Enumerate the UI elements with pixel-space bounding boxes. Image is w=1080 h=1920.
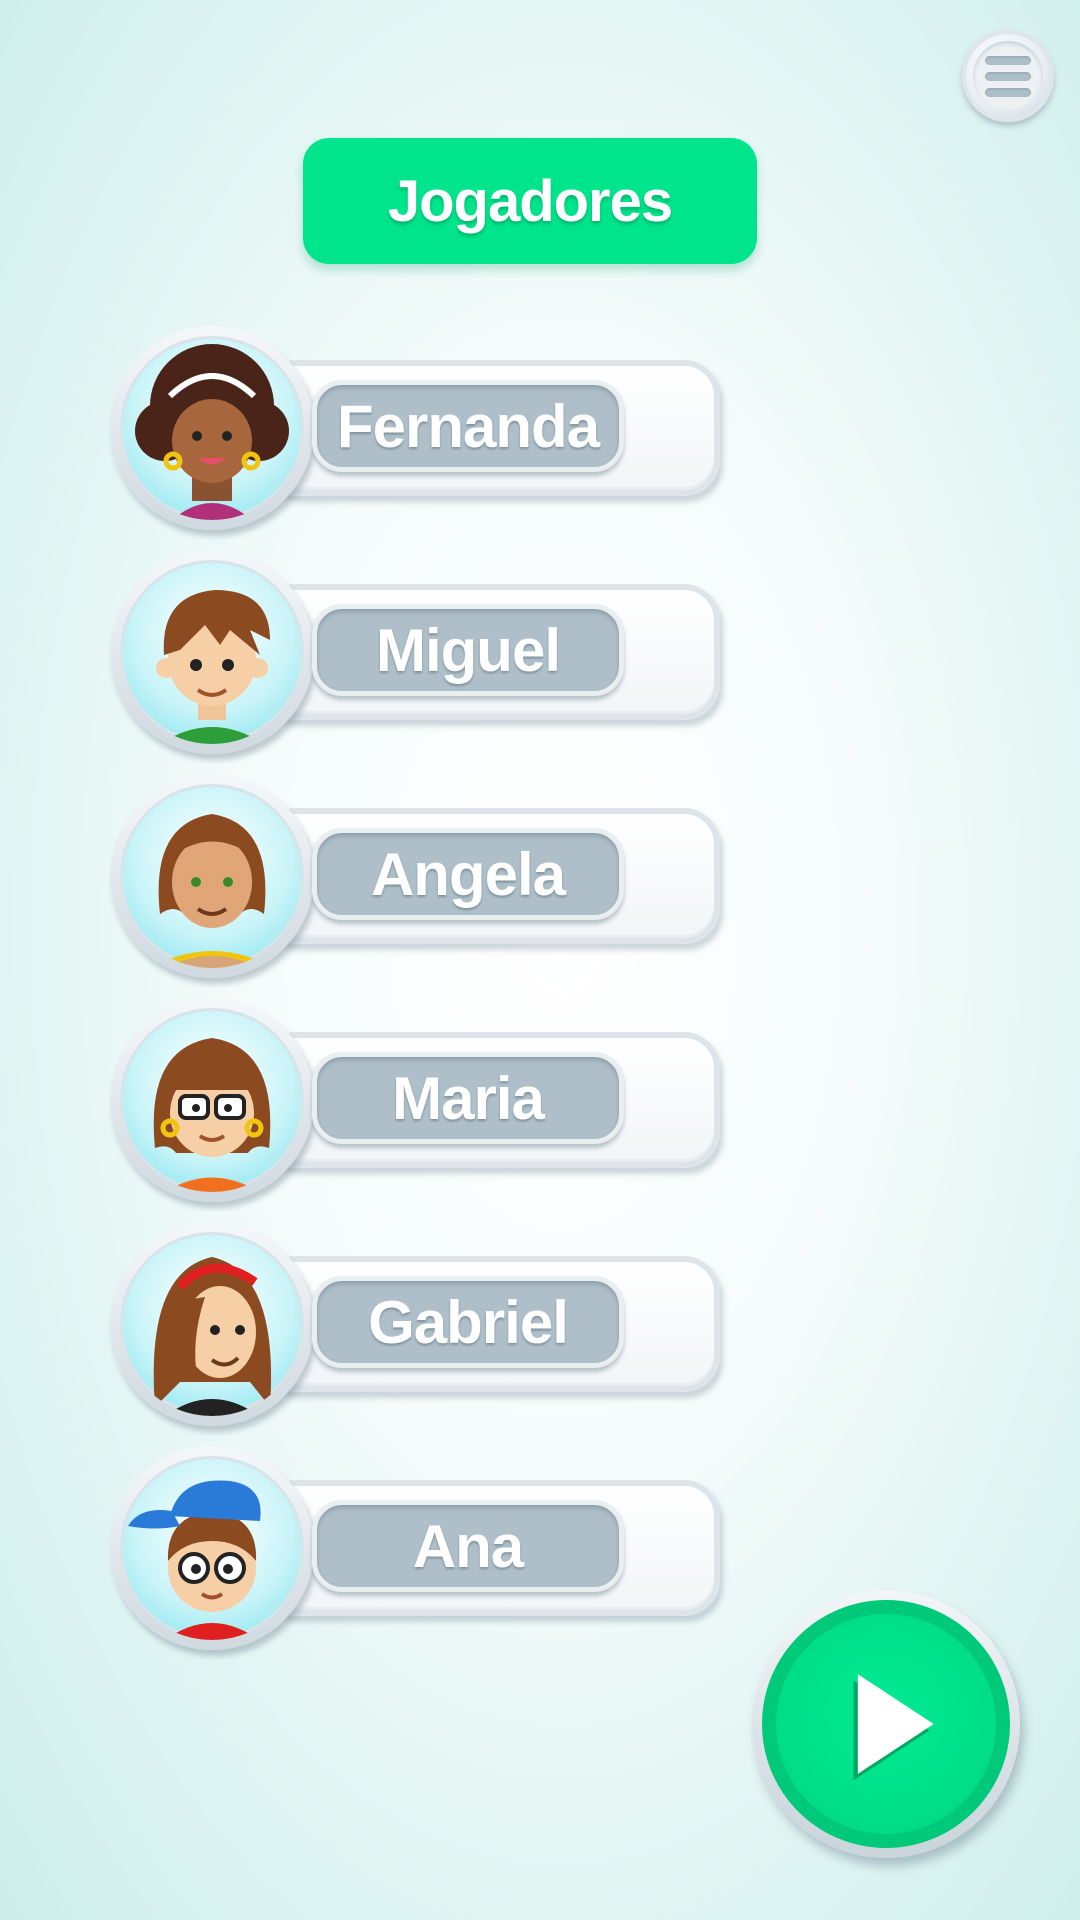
player-list: Fernanda Miguel Angela Maria Gabriel Ana [110,326,730,1670]
title-banner: Jogadores [303,138,757,264]
player-row[interactable]: Ana [110,1446,730,1670]
girl-curly-hair-avatar [135,344,289,520]
player-row[interactable]: Angela [110,774,730,998]
player-avatar[interactable] [110,1222,314,1426]
player-row[interactable]: Fernanda [110,326,730,550]
player-name-pill[interactable]: Maria [312,1052,624,1144]
girl-glasses-avatar [153,1038,271,1192]
play-button[interactable] [752,1590,1020,1858]
page-title: Jogadores [387,168,673,234]
player-avatar[interactable] [110,998,314,1202]
player-name: Angela [370,840,566,908]
player-name-pill[interactable]: Angela [312,828,624,920]
hamburger-menu-icon [973,41,1043,111]
player-avatar[interactable] [110,550,314,754]
player-name-pill[interactable]: Gabriel [312,1276,624,1368]
player-avatar[interactable] [110,326,314,530]
player-row[interactable]: Gabriel [110,1222,730,1446]
player-name-pill[interactable]: Ana [312,1500,624,1592]
player-name: Fernanda [336,392,600,460]
player-name: Maria [392,1064,545,1132]
player-name: Gabriel [368,1288,569,1356]
player-avatar[interactable] [110,774,314,978]
player-avatar[interactable] [110,1446,314,1650]
boy-cap-glasses-avatar [128,1480,261,1640]
player-row[interactable]: Maria [110,998,730,1222]
woman-wavy-hair-avatar [150,814,274,968]
player-name: Ana [412,1512,524,1580]
menu-button[interactable] [962,30,1054,122]
boy-spiky-hair-avatar [156,590,270,744]
long-hair-headband-avatar [153,1257,272,1416]
player-name-pill[interactable]: Miguel [312,604,624,696]
player-row[interactable]: Miguel [110,550,730,774]
player-name-pill[interactable]: Fernanda [312,380,624,472]
player-name: Miguel [376,616,561,684]
play-icon [853,1674,934,1781]
